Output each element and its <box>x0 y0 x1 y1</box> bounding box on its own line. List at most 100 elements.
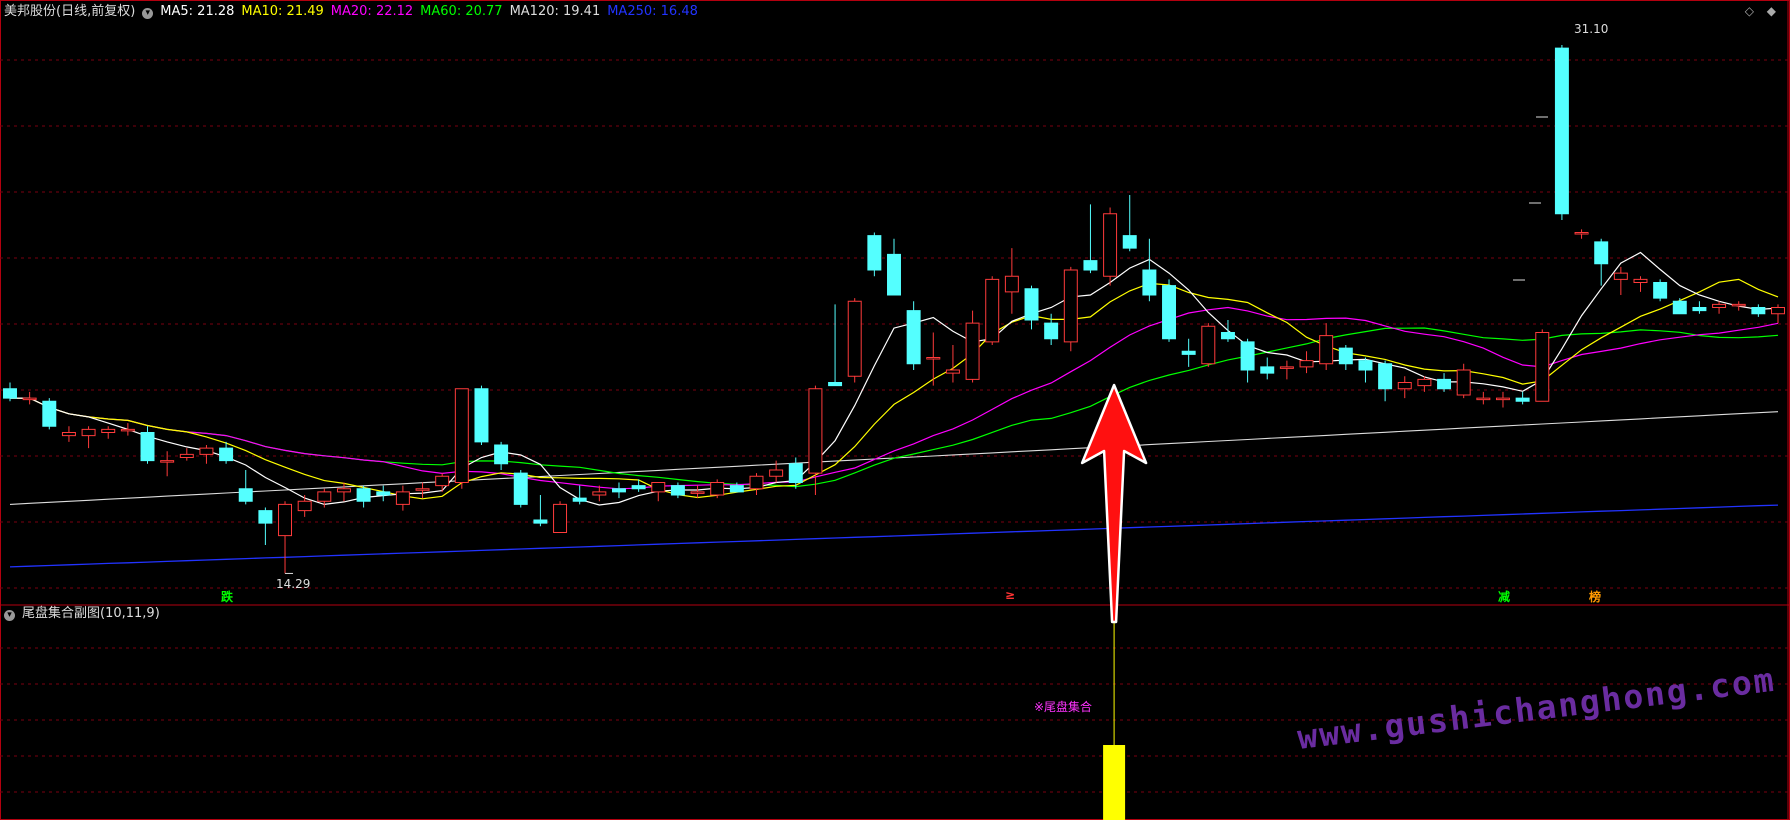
candle-body <box>553 503 568 533</box>
candle-body <box>985 278 1000 343</box>
candle-body <box>1063 269 1078 343</box>
candle-body <box>945 369 960 374</box>
high-price-label: 31.10 <box>1574 22 1609 36</box>
chevron-down-icon[interactable]: ▾ <box>142 8 154 19</box>
candle-body <box>1024 288 1039 321</box>
candle-body <box>1201 325 1216 365</box>
candle-body <box>1044 322 1059 340</box>
candle-body <box>1417 378 1432 387</box>
signal-bar <box>1103 745 1126 820</box>
ma-legend-item: MA60: 20.77 <box>420 4 503 19</box>
sub-panel-header: ▾ 尾盘集合副图(10,11,9) <box>4 606 167 622</box>
candle-body <box>238 488 253 502</box>
candle-body <box>729 485 744 493</box>
candle-body <box>710 482 725 496</box>
candle-body <box>1162 285 1177 340</box>
candle-body <box>572 497 587 502</box>
ma-legend-item: MA250: 16.48 <box>607 4 698 19</box>
candle-body <box>788 463 803 483</box>
candle-body <box>258 510 273 524</box>
candle-body <box>1181 350 1196 355</box>
candle-body <box>179 453 194 458</box>
candle-body <box>317 491 332 502</box>
candle-body <box>847 300 862 377</box>
main-chart-header: 美邦股份(日线,前复权) ▾ MA5: 21.28 MA10: 21.49 MA20: … <box>4 4 712 20</box>
candle-body <box>1397 382 1412 390</box>
candle-body <box>611 488 626 493</box>
candle-body <box>1456 369 1471 396</box>
candle-body <box>160 460 175 463</box>
candle-body <box>867 235 882 271</box>
menu-diamond-icon[interactable]: ◆ <box>1767 4 1776 18</box>
candle-body <box>278 503 293 537</box>
candle-body <box>1476 397 1491 401</box>
candle-body <box>965 322 980 380</box>
candle-body <box>1515 397 1530 402</box>
candle-body <box>435 475 450 487</box>
candle-body <box>376 491 391 496</box>
candle-body <box>494 444 509 465</box>
candle-body <box>1103 213 1118 277</box>
candle-body <box>1122 235 1137 249</box>
stock-title[interactable]: 美邦股份(日线,前复权) <box>4 4 135 19</box>
candle-body <box>670 485 685 496</box>
candle-body <box>1653 282 1668 299</box>
chevron-down-icon[interactable]: ▾ <box>4 610 15 621</box>
candle-body <box>1574 232 1589 235</box>
candle-body <box>1220 332 1235 340</box>
candle-body <box>1672 300 1687 315</box>
candle-body <box>651 482 666 493</box>
candle-body <box>1279 366 1294 369</box>
sub-panel-title[interactable]: 尾盘集合副图(10,11,9) <box>22 606 160 621</box>
signal-marker-jian: 减 <box>1498 590 1511 604</box>
candle-body <box>22 397 37 401</box>
ma20-line <box>10 306 1779 490</box>
candle-body <box>592 491 607 496</box>
candle-body <box>81 428 96 437</box>
candle-body <box>1633 278 1648 283</box>
candle-body <box>1299 360 1314 368</box>
candle-body <box>1554 47 1569 215</box>
candle-body <box>199 447 214 455</box>
candle-body <box>474 388 489 443</box>
candle-body <box>1692 307 1707 312</box>
signal-marker-red: ≥ <box>1005 588 1016 602</box>
candle-body <box>454 388 469 483</box>
candle-body <box>336 488 351 493</box>
candle-body <box>219 447 234 462</box>
ma-legend-item: MA20: 22.12 <box>330 4 414 19</box>
candle-body <box>3 388 17 399</box>
red-arrow-icon <box>1080 383 1148 624</box>
candle-body <box>356 488 371 502</box>
ma-legend-item: MA10: 21.49 <box>241 4 324 19</box>
candle-body <box>513 472 528 505</box>
signal-marker-die: 跌 <box>221 590 234 604</box>
candle-body <box>395 491 410 505</box>
diamond-icon[interactable]: ◇ <box>1745 4 1754 18</box>
candle-body <box>1613 272 1628 280</box>
candle-body <box>1358 360 1373 371</box>
ma-legend-item: MA5: 21.28 <box>160 4 235 19</box>
candle-body <box>1378 363 1393 390</box>
candle-body <box>1004 275 1019 293</box>
candle-body <box>1594 241 1609 265</box>
candle-body <box>690 491 705 494</box>
candle-body <box>61 432 76 437</box>
candle-body <box>42 400 57 427</box>
candle-body <box>1495 397 1510 401</box>
sub-signal-label: ※尾盘集合 <box>1034 700 1093 714</box>
candle-body <box>808 388 823 474</box>
candle-body <box>749 475 764 490</box>
candle-body <box>1712 303 1727 308</box>
ma-legend: MA5: 21.28 MA10: 21.49 MA20: 22.12 MA60: 20… <box>160 4 705 19</box>
candle-body <box>1731 303 1746 307</box>
candle-body <box>1338 347 1353 365</box>
candle-body <box>533 519 548 524</box>
ma-legend-item: MA120: 19.41 <box>509 4 601 19</box>
candle-body <box>1535 332 1550 402</box>
ma250-line <box>9 504 1779 568</box>
candle-body <box>120 428 135 432</box>
candle-body <box>1751 307 1766 315</box>
low-price-label: 14.29 <box>276 577 311 591</box>
candle-body <box>297 500 312 512</box>
